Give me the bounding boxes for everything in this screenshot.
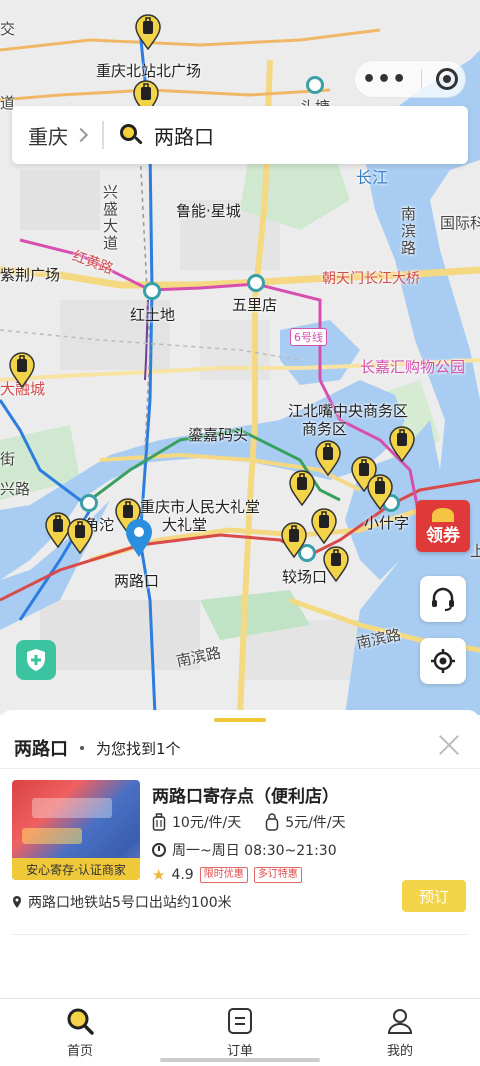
luggage-pin-icon[interactable] [366,474,394,511]
tab-profile[interactable]: 我的 [320,999,480,1066]
price-large: 10元/件/天 [172,815,242,831]
certified-tag: 安心寄存·认证商家 [12,858,140,880]
location-marker-icon [124,518,154,558]
clock-icon [152,843,166,857]
map-label-jie: 街 [0,450,16,468]
map-label-nanbinlu-top: 南滨路 [399,206,417,257]
shop-name[interactable]: 两路口寄存点（便利店） [152,782,339,807]
tab-label: 首页 [66,1044,93,1059]
rating-row: ★ 4.9 限时优惠 多订特惠 [152,866,302,884]
star-icon: ★ [152,866,166,884]
price-small: 5元/件/天 [285,815,346,831]
luggage-pin-icon[interactable] [288,470,316,507]
luggage-pin-icon[interactable] [8,352,36,389]
map-label-lianglukou: 两路口 [114,572,160,590]
business-hours: 周一~周日 08:30~21:30 [172,843,337,859]
luggage-pin-icon[interactable] [388,426,416,463]
map-label-chongqing-north: 重庆北站北广场 [96,62,202,80]
map-label-shi: 上 [470,542,480,560]
price-row: 10元/件/天 5元/件/天 [152,812,346,832]
map-label-chaotianmen: 朝天门长江大桥 [322,271,420,287]
tab-label: 订单 [226,1044,253,1059]
map-label-jiangbei-2: 商务区 [302,420,348,438]
luggage-pin-icon[interactable] [280,522,308,559]
miniprogram-capsule[interactable]: ••• [354,60,466,98]
shop-address: 两路口地铁站5号口出站约100米 [28,895,232,911]
map-label-changjiang: 长江 [356,168,389,187]
search-icon [67,1008,94,1035]
address-row: 两路口地铁站5号口出站约100米 [12,892,232,912]
metro-station-icon [80,494,98,512]
more-icon[interactable]: ••• [362,67,407,92]
map-label-wulidian: 五里店 [232,296,278,314]
tab-orders[interactable]: 订单 [160,999,320,1066]
shield-plus-icon [27,649,45,671]
map-pin-icon [13,896,21,908]
promo-badge: 限时优惠 [199,867,248,883]
map-label-jiao: 交 [0,20,16,38]
luggage-pin-icon[interactable] [322,546,350,583]
suitcase-icon [152,813,166,831]
map-label-ziping: 紫荆广场 [0,266,61,284]
home-indicator [160,1058,320,1062]
tab-bar: 首页 订单 我的 [0,998,480,1066]
map-label-hongtudi: 红土地 [130,306,176,324]
results-header: 两路口 为您找到1个 [14,734,466,762]
bag-icon [266,813,279,831]
customer-service-button[interactable] [420,576,466,622]
search-icon [120,124,143,146]
hours-row: 周一~周日 08:30~21:30 [152,840,337,860]
map-label-guoji: 国际科 [440,214,480,232]
search-input[interactable]: 两路口 [154,121,214,150]
map-label-xiaoshizi: 小什字 [364,514,410,532]
rating-value: 4.9 [171,867,194,883]
luggage-pin-icon[interactable] [310,508,338,545]
shop-photo: 安心寄存·认证商家 [12,780,140,880]
safety-button[interactable] [16,640,56,680]
map-label-changjia: 长嘉汇购物公园 [360,358,466,376]
map-label-renmin-2: 大礼堂 [162,516,208,534]
city-selector[interactable]: 重庆 [28,121,68,150]
luggage-pin-icon[interactable] [314,440,342,477]
map-label-lunengxingcheng: 鲁能·星城 [176,202,241,220]
close-icon[interactable] [438,734,460,756]
map-label-jiaochangkou: 较场口 [282,568,328,586]
map-label-line6: 6号线 [290,328,327,346]
locate-icon [431,649,455,673]
metro-station-icon [247,274,265,292]
coupon-label: 领券 [426,526,460,546]
tab-label: 我的 [386,1044,413,1059]
results-title: 两路口 [14,739,68,760]
luggage-pin-icon[interactable] [66,518,94,555]
results-count: 为您找到1个 [96,739,181,758]
luggage-pin-icon[interactable] [134,14,162,51]
order-icon [228,1008,252,1034]
results-sheet: 两路口 为您找到1个 安心寄存·认证商家 两路口寄存点（便利店） 10元/件/天… [0,710,480,1000]
promo-badge: 多订特惠 [253,867,302,883]
locate-me-button[interactable] [420,638,466,684]
user-icon [387,1009,413,1034]
shop-card[interactable]: 安心寄存·认证商家 两路口寄存点（便利店） 10元/件/天 5元/件/天 周一~… [12,780,468,920]
map-label-xinglu: 兴路 [0,480,31,498]
map[interactable]: 重庆北站北广场 交 道 头塘 鲁能·星城 兴盛大道 红黄路 紫荆广场 红土地 五… [0,0,480,715]
chevron-right-icon [73,127,89,143]
map-label-liangjiang: 鎏嘉码头 [188,426,249,444]
tab-home[interactable]: 首页 [0,999,160,1066]
search-bar[interactable]: 重庆 两路口 [12,106,468,164]
map-label-xingsheng: 兴盛大道 [101,184,119,252]
drag-handle[interactable] [214,718,266,722]
metro-station-icon [143,282,161,300]
close-miniprogram-icon[interactable] [436,68,459,90]
book-button[interactable]: 预订 [402,880,466,912]
coupon-button[interactable]: 领券 [416,500,470,552]
metro-station-icon [306,76,324,94]
headset-icon [432,587,454,611]
